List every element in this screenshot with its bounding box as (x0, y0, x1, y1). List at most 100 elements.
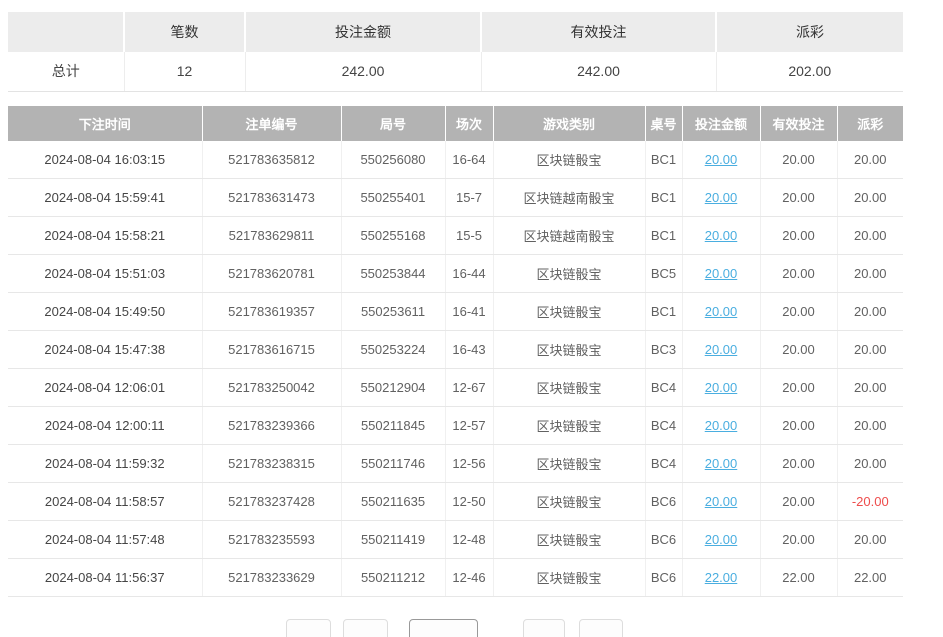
pager-next-button[interactable] (523, 619, 565, 637)
records-header-bet-amount: 投注金额 (682, 106, 760, 141)
summary-total-row: 总计 12 242.00 242.00 202.00 (8, 52, 903, 91)
cell-table-no: BC1 (645, 179, 682, 217)
cell-time: 2024-08-04 15:51:03 (8, 255, 202, 293)
cell-session: 12-56 (445, 445, 493, 483)
cell-round-no: 550211212 (341, 559, 445, 597)
pager-current-page-button[interactable] (409, 619, 478, 637)
cell-table-no: BC5 (645, 255, 682, 293)
cell-valid-bet: 20.00 (760, 369, 837, 407)
bet-amount-link[interactable]: 20.00 (705, 152, 738, 167)
table-row: 2024-08-04 11:56:37521783233629550211212… (8, 559, 903, 597)
cell-table-no: BC4 (645, 369, 682, 407)
cell-valid-bet: 20.00 (760, 141, 837, 179)
bet-amount-link[interactable]: 20.00 (705, 532, 738, 547)
cell-round-no: 550211635 (341, 483, 445, 521)
table-row: 2024-08-04 15:51:03521783620781550253844… (8, 255, 903, 293)
cell-valid-bet: 20.00 (760, 445, 837, 483)
table-row: 2024-08-04 12:00:11521783239366550211845… (8, 407, 903, 445)
cell-round-no: 550255401 (341, 179, 445, 217)
cell-valid-bet: 20.00 (760, 483, 837, 521)
pager-last-button[interactable] (579, 619, 623, 637)
cell-time: 2024-08-04 11:58:57 (8, 483, 202, 521)
page: 笔数 投注金额 有效投注 派彩 总计 12 242.00 242.00 202.… (0, 0, 943, 637)
cell-time: 2024-08-04 11:57:48 (8, 521, 202, 559)
cell-bet-amount: 20.00 (682, 141, 760, 179)
bet-amount-link[interactable]: 20.00 (705, 380, 738, 395)
cell-time: 2024-08-04 11:56:37 (8, 559, 202, 597)
cell-session: 12-67 (445, 369, 493, 407)
cell-bet-amount: 20.00 (682, 293, 760, 331)
cell-order-no: 521783620781 (202, 255, 341, 293)
cell-payout: 20.00 (837, 369, 903, 407)
cell-table-no: BC4 (645, 407, 682, 445)
table-row: 2024-08-04 12:06:01521783250042550212904… (8, 369, 903, 407)
cell-valid-bet: 20.00 (760, 255, 837, 293)
cell-order-no: 521783237428 (202, 483, 341, 521)
summary-header-payout: 派彩 (716, 12, 903, 52)
table-row: 2024-08-04 11:58:57521783237428550211635… (8, 483, 903, 521)
cell-time: 2024-08-04 15:49:50 (8, 293, 202, 331)
cell-valid-bet: 20.00 (760, 521, 837, 559)
pager-prev-button[interactable] (343, 619, 388, 637)
cell-table-no: BC6 (645, 521, 682, 559)
cell-round-no: 550253224 (341, 331, 445, 369)
bet-amount-link[interactable]: 20.00 (705, 304, 738, 319)
cell-session: 12-48 (445, 521, 493, 559)
cell-table-no: BC1 (645, 293, 682, 331)
cell-valid-bet: 20.00 (760, 293, 837, 331)
bet-amount-link[interactable]: 20.00 (705, 190, 738, 205)
cell-order-no: 521783233629 (202, 559, 341, 597)
cell-payout: 20.00 (837, 141, 903, 179)
cell-bet-amount: 22.00 (682, 559, 760, 597)
cell-bet-amount: 20.00 (682, 179, 760, 217)
cell-time: 2024-08-04 15:47:38 (8, 331, 202, 369)
summary-header-valid-bet: 有效投注 (481, 12, 716, 52)
summary-table: 笔数 投注金额 有效投注 派彩 总计 12 242.00 242.00 202.… (8, 12, 903, 92)
cell-order-no: 521783629811 (202, 217, 341, 255)
cell-time: 2024-08-04 15:58:21 (8, 217, 202, 255)
cell-round-no: 550255168 (341, 217, 445, 255)
bet-amount-link[interactable]: 20.00 (705, 342, 738, 357)
cell-table-no: BC6 (645, 559, 682, 597)
cell-round-no: 550211419 (341, 521, 445, 559)
cell-time: 2024-08-04 15:59:41 (8, 179, 202, 217)
cell-round-no: 550253611 (341, 293, 445, 331)
bet-amount-link[interactable]: 20.00 (705, 266, 738, 281)
cell-game-type: 区块链骰宝 (493, 255, 645, 293)
summary-header-row: 笔数 投注金额 有效投注 派彩 (8, 12, 903, 52)
bet-amount-link[interactable]: 22.00 (705, 570, 738, 585)
summary-total-bet-amount: 242.00 (245, 52, 481, 91)
cell-valid-bet: 20.00 (760, 179, 837, 217)
cell-game-type: 区块链骰宝 (493, 407, 645, 445)
cell-valid-bet: 20.00 (760, 407, 837, 445)
cell-payout: 20.00 (837, 331, 903, 369)
cell-round-no: 550256080 (341, 141, 445, 179)
bet-amount-link[interactable]: 20.00 (705, 494, 738, 509)
cell-table-no: BC1 (645, 141, 682, 179)
bet-amount-link[interactable]: 20.00 (705, 456, 738, 471)
cell-round-no: 550212904 (341, 369, 445, 407)
bet-amount-link[interactable]: 20.00 (705, 228, 738, 243)
cell-bet-amount: 20.00 (682, 445, 760, 483)
cell-bet-amount: 20.00 (682, 331, 760, 369)
cell-payout: 20.00 (837, 445, 903, 483)
cell-game-type: 区块链骰宝 (493, 293, 645, 331)
cell-order-no: 521783619357 (202, 293, 341, 331)
cell-round-no: 550211845 (341, 407, 445, 445)
cell-game-type: 区块链骰宝 (493, 141, 645, 179)
records-header-payout: 派彩 (837, 106, 903, 141)
pager-first-button[interactable] (286, 619, 331, 637)
cell-valid-bet: 20.00 (760, 217, 837, 255)
records-header-round-no: 局号 (341, 106, 445, 141)
table-row: 2024-08-04 15:49:50521783619357550253611… (8, 293, 903, 331)
bet-amount-link[interactable]: 20.00 (705, 418, 738, 433)
cell-game-type: 区块链越南骰宝 (493, 179, 645, 217)
cell-session: 15-5 (445, 217, 493, 255)
cell-game-type: 区块链骰宝 (493, 331, 645, 369)
cell-payout: 20.00 (837, 217, 903, 255)
cell-valid-bet: 22.00 (760, 559, 837, 597)
cell-payout: 20.00 (837, 407, 903, 445)
table-row: 2024-08-04 15:59:41521783631473550255401… (8, 179, 903, 217)
cell-time: 2024-08-04 12:06:01 (8, 369, 202, 407)
cell-game-type: 区块链越南骰宝 (493, 217, 645, 255)
